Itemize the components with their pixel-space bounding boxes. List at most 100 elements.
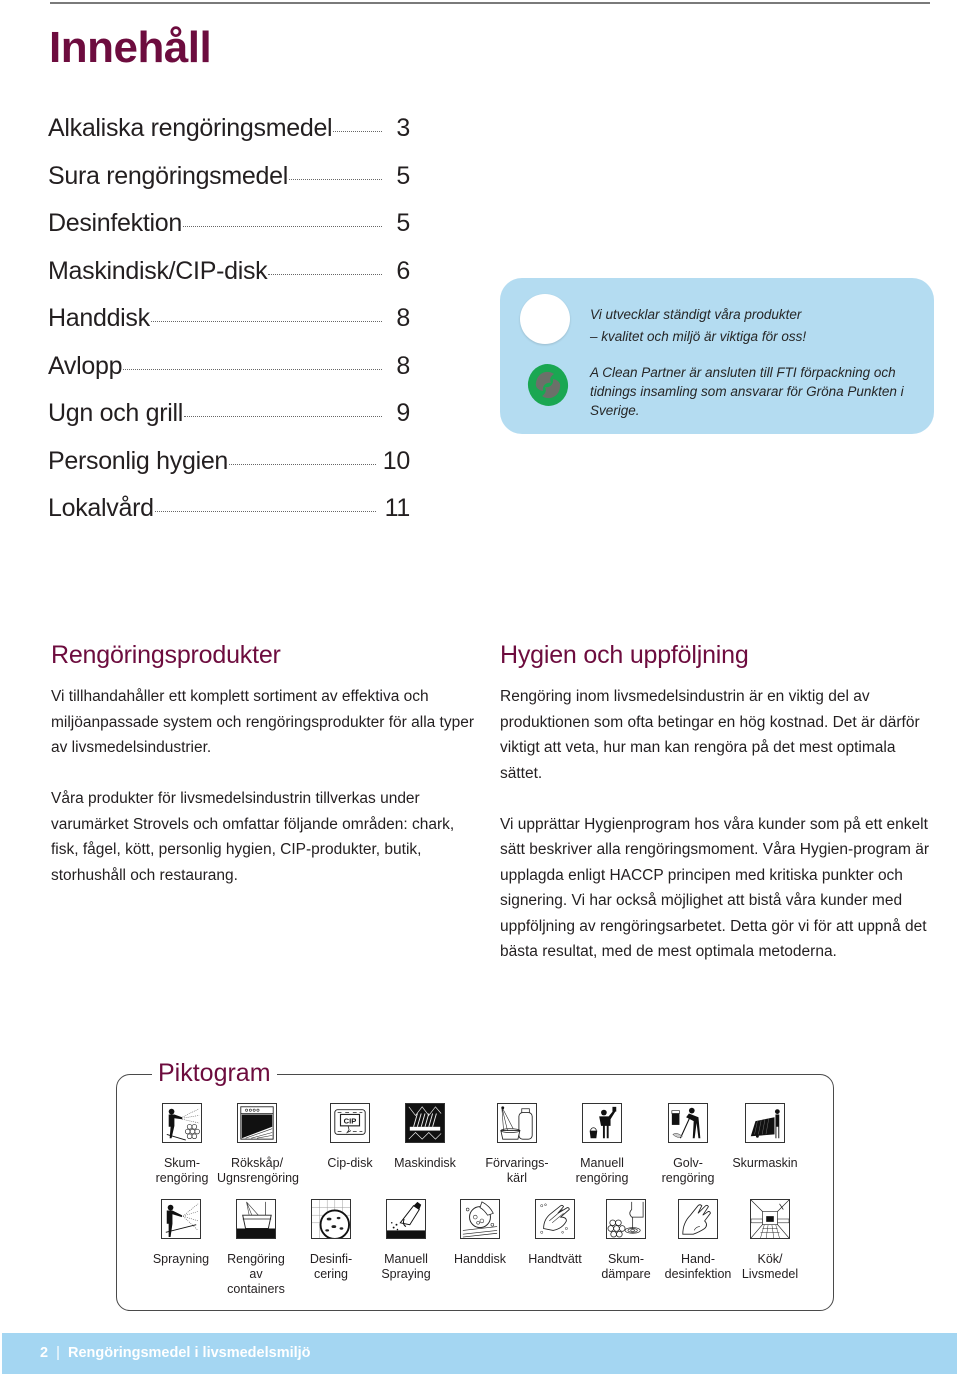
toc-leader	[333, 131, 382, 132]
piktogram-item: Rökskåp/ Ugnsrengöring	[217, 1103, 299, 1186]
piktogram-label: Manuell rengöring	[575, 1156, 629, 1185]
piktogram-item: Sprayning	[141, 1199, 221, 1267]
toc-leader	[268, 273, 382, 275]
piktogram-label: Kök/ Livsmedel	[741, 1252, 799, 1281]
footer-separator: |	[56, 1345, 60, 1361]
piktogram-label: Handtvätt	[528, 1252, 582, 1266]
toc-entry[interactable]: Personlig hygien 10	[48, 447, 410, 495]
piktogram-label: Skurmaskin	[732, 1156, 798, 1170]
piktogram-item: Skum- rengöring	[142, 1103, 222, 1186]
piktogram-item: Manuell Spraying	[366, 1199, 446, 1282]
piktogram-item: Förvarings- kärl	[477, 1103, 557, 1186]
section-rengoringsprodukter: Rengöringsprodukter Vi tillhandahåller e…	[51, 640, 481, 914]
piktogram-label: Rökskåp/ Ugnsrengöring	[217, 1156, 299, 1185]
toc-entry[interactable]: Alkaliska rengöringsmedel 3	[48, 114, 410, 162]
toc-label: Lokalvård	[48, 494, 154, 522]
section-paragraph: Vi tillhandahåller ett komplett sortimen…	[51, 688, 475, 756]
piktogram-item: Golv- rengöring	[648, 1103, 728, 1186]
toc-entry[interactable]: Lokalvård 11	[48, 494, 410, 542]
toc-page-number: 3	[396, 114, 410, 142]
grona-punkten-recycling-icon	[527, 364, 569, 406]
hand-disinfection-icon	[678, 1199, 718, 1239]
piktogram-label: Förvarings- kärl	[485, 1156, 549, 1185]
toc-leader	[154, 511, 376, 512]
page-title: Innehåll	[49, 23, 212, 72]
toc-leader	[182, 226, 382, 227]
piktogram-item: Handdisk	[440, 1199, 520, 1267]
quality-line-2: – kvalitet och miljö är viktiga för oss!	[590, 329, 807, 344]
toc-page-number: 10	[382, 446, 411, 475]
table-of-contents: Alkaliska rengöringsmedel 3 Sura rengörin…	[48, 114, 410, 542]
footer-page-number: 2	[40, 1345, 49, 1361]
toc-entry[interactable]: Desinfektion 5	[48, 209, 410, 257]
quality-line-1: Vi utvecklar ständigt våra produkter	[590, 307, 802, 322]
piktogram-item: Maskindisk	[385, 1103, 465, 1171]
toc-entry[interactable]: Sura rengöringsmedel 5	[48, 162, 410, 210]
toc-page-number: 8	[396, 304, 410, 332]
piktogram-label: Cip-disk	[327, 1156, 373, 1170]
section-paragraph: Vi upprättar Hygienprogram hos våra kund…	[500, 815, 930, 961]
toc-page-number: 9	[396, 399, 410, 427]
section-heading: Hygien och uppföljning	[500, 641, 749, 669]
cip-icon-text: CIP	[344, 1116, 357, 1125]
piktogram-title: Piktogram	[152, 1056, 277, 1090]
disinfection-icon	[311, 1199, 351, 1239]
cip-icon: CIP	[330, 1103, 370, 1143]
footer-text: 2 | Rengöringsmedel i livsmedelsmiljö	[40, 1343, 311, 1363]
piktogram-label: Manuell Spraying	[381, 1252, 431, 1281]
environment-info-box: Vi utvecklar ständigt våra produkter – k…	[500, 278, 934, 434]
partner-statement: A Clean Partner är ansluten till FTI för…	[590, 365, 904, 418]
quality-statement: Vi utvecklar ständigt våra produkter – k…	[590, 305, 920, 346]
toc-page-number: 5	[396, 209, 410, 237]
piktogram-item: Skum- dämpare	[586, 1199, 666, 1282]
piktogram-label: Golv- rengöring	[661, 1156, 715, 1185]
toc-entry[interactable]: Avlopp 8	[48, 352, 410, 400]
piktogram-label: Hand- desinfektion	[664, 1252, 732, 1281]
toc-entry[interactable]: Maskindisk/CIP-disk 6	[48, 257, 410, 305]
hand-washing-icon	[535, 1199, 575, 1239]
manual-cleaning-icon	[582, 1103, 622, 1143]
white-circle-icon	[520, 294, 570, 344]
piktogram-label: Sprayning	[152, 1252, 210, 1266]
piktogram-label: Rengöring av containers	[227, 1252, 285, 1296]
oven-cleaning-icon	[237, 1103, 277, 1143]
toc-page-number: 6	[396, 256, 410, 285]
piktogram-label: Skum- rengöring	[155, 1156, 209, 1185]
piktogram-item: Manuell rengöring	[562, 1103, 642, 1186]
toc-leader	[123, 368, 382, 370]
toc-leader	[150, 321, 382, 322]
page-footer: 2 | Rengöringsmedel i livsmedelsmiljö	[2, 1333, 957, 1374]
piktogram-item: Kök/ Livsmedel	[730, 1199, 810, 1282]
toc-entry[interactable]: Ugn och grill 9	[48, 399, 410, 447]
section-paragraph: Våra produkter för livsmedelsindustrin t…	[51, 790, 455, 884]
toc-label: Maskindisk/CIP-disk	[48, 256, 268, 285]
floor-cleaning-icon	[668, 1103, 708, 1143]
piktogram-label: Handdisk	[453, 1252, 507, 1266]
toc-leader	[184, 416, 382, 417]
piktogram-item: Handtvätt	[515, 1199, 595, 1267]
section-hygien-och-uppfoljning: Hygien och uppföljning Rengöring inom li…	[500, 640, 930, 990]
foam-cleaning-icon	[162, 1103, 202, 1143]
piktogram-item: Desinfi- cering	[291, 1199, 371, 1282]
scrubber-machine-icon	[745, 1103, 785, 1143]
piktogram-item: Skurmaskin	[725, 1103, 805, 1171]
hand-dishwashing-icon	[460, 1199, 500, 1239]
dishwasher-icon	[405, 1103, 445, 1143]
piktogram-label: Skum- dämpare	[601, 1252, 651, 1281]
container-cleaning-icon	[236, 1199, 276, 1239]
toc-label: Alkaliska rengöringsmedel	[48, 114, 333, 142]
section-paragraph: Rengöring inom livsmedelsindustrin är en…	[500, 688, 920, 782]
manual-spray-bottle-icon	[386, 1199, 426, 1239]
top-rule	[50, 2, 930, 4]
piktogram-label: Desinfi- cering	[309, 1252, 353, 1281]
toc-label: Desinfektion	[48, 209, 182, 237]
toc-label: Ugn och grill	[48, 399, 184, 427]
piktogram-item: Hand- desinfektion	[658, 1199, 738, 1282]
toc-entry[interactable]: Handdisk 8	[48, 304, 410, 352]
toc-label: Handdisk	[48, 304, 150, 332]
piktogram-label: Maskindisk	[394, 1156, 456, 1170]
toc-page-number: 8	[396, 351, 410, 380]
kitchen-food-icon	[750, 1199, 790, 1239]
toc-leader	[229, 463, 376, 465]
piktogram-item: CIP Cip-disk	[310, 1103, 390, 1171]
